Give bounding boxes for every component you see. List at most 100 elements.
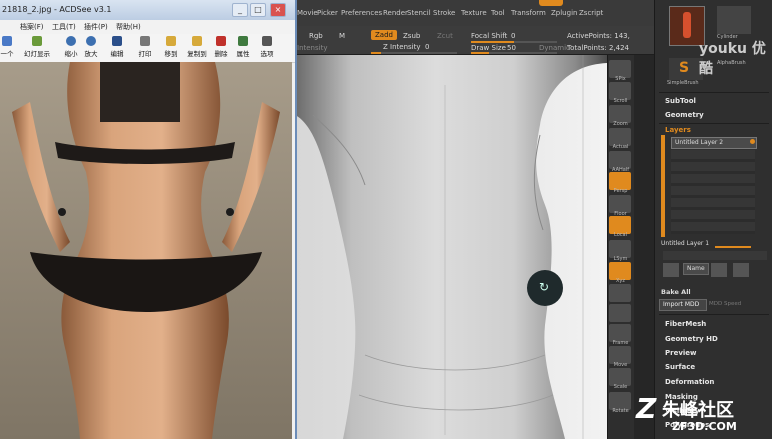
draw-size-value: 50: [507, 44, 516, 52]
geometry-hd-section[interactable]: Geometry HD: [665, 335, 718, 343]
new-layer-button[interactable]: [663, 263, 679, 277]
layer-list[interactable]: [671, 150, 755, 234]
sculpt-viewport[interactable]: ↻: [295, 55, 607, 439]
acdsee-titlebar[interactable]: 21818_2.jpg - ACDSee v3.1 _ □ ×: [0, 0, 295, 21]
properties-icon: [238, 36, 248, 46]
z-intensity-value: 0: [425, 43, 430, 51]
layer-scroll[interactable]: [661, 135, 665, 237]
options-icon: [262, 36, 272, 46]
z-intensity-slider[interactable]: [371, 52, 457, 54]
zoom-in-button[interactable]: 放大: [80, 36, 102, 58]
import-mdd-button[interactable]: Import MDD: [659, 299, 707, 311]
menu-tools[interactable]: 工具(T): [52, 22, 76, 32]
shelf-label-zoom: Zoom: [613, 121, 628, 127]
rgb-button[interactable]: Rgb: [309, 32, 323, 40]
m-button[interactable]: M: [339, 32, 345, 40]
close-button[interactable]: ×: [270, 3, 286, 17]
zf3d-watermark: Z 朱峰社区 ZF3D.COM: [636, 392, 772, 438]
name-button[interactable]: Name: [683, 263, 709, 275]
shelf-button-extra-10[interactable]: [609, 284, 631, 302]
maximize-button[interactable]: □: [250, 3, 266, 17]
zf3d-logo-icon: Z: [636, 392, 657, 425]
options-button[interactable]: 选项: [256, 36, 278, 58]
next-icon: [2, 36, 12, 46]
menu-highlight: [539, 0, 563, 6]
mdd-speed-label: MDD Speed: [709, 301, 742, 307]
intensity-label: Intensity: [297, 44, 328, 52]
menu-file[interactable]: 档案(F): [20, 22, 44, 32]
youku-watermark: youku 优酷: [699, 41, 766, 77]
minimize-button[interactable]: _: [232, 3, 248, 17]
z-intensity-label: Z Intensity: [383, 43, 421, 51]
fibermesh-section[interactable]: FiberMesh: [665, 320, 706, 328]
rotate-cursor: ↻: [527, 270, 563, 306]
edit-button[interactable]: 编辑: [106, 36, 128, 58]
focal-shift-label: Focal Shift: [471, 32, 508, 40]
acdsee-window: 21818_2.jpg - ACDSee v3.1 _ □ × 档案(F) 工具…: [0, 0, 297, 439]
shelf-label-persp: Persp: [613, 188, 628, 194]
edit-icon: [112, 36, 122, 46]
menu-tool[interactable]: Tool: [491, 9, 505, 17]
layer-top-row[interactable]: Untitled Layer 2: [671, 137, 757, 149]
geometry-section[interactable]: Geometry: [665, 111, 704, 119]
slideshow-button[interactable]: 幻灯显示: [22, 36, 52, 58]
menu-movie[interactable]: Movie: [297, 9, 318, 17]
zf3d-name: 朱峰社区: [662, 400, 734, 421]
layers-section[interactable]: Layers: [665, 126, 691, 134]
deformation-section[interactable]: Deformation: [665, 378, 714, 386]
focal-shift-slider[interactable]: [471, 41, 557, 43]
focal-shift-value: 0: [511, 32, 516, 40]
draw-size-label: Draw Size: [471, 44, 506, 52]
menu-plugins[interactable]: 插件(P): [84, 22, 108, 32]
shelf-label-scroll: Scroll: [613, 98, 628, 104]
simplebrush-thumb[interactable]: S: [669, 58, 703, 80]
draw-size-slider[interactable]: [471, 52, 557, 54]
subtool-section[interactable]: SubTool: [665, 97, 696, 105]
import-mdd-label: Import MDD: [663, 301, 700, 308]
menu-stencil[interactable]: Stencil: [407, 9, 431, 17]
menu-transform[interactable]: Transform: [511, 9, 546, 17]
tool-thumb-cylinder[interactable]: [717, 6, 751, 34]
menu-preferences[interactable]: Preferences: [341, 9, 382, 17]
menu-texture[interactable]: Texture: [461, 9, 487, 17]
layer-top-name: Untitled Layer 2: [675, 139, 724, 146]
folder-move-icon: [166, 36, 176, 46]
next-button[interactable]: 一个: [0, 36, 18, 58]
delete-layer-button[interactable]: [733, 263, 749, 277]
menu-render[interactable]: Render: [383, 9, 408, 17]
name-button-label: Name: [687, 265, 705, 272]
move-to-button[interactable]: 移到: [160, 36, 182, 58]
menu-zscript[interactable]: Zscript: [579, 9, 603, 17]
delete-button[interactable]: 删除: [210, 36, 232, 58]
dynamic-button[interactable]: Dynamic: [539, 44, 570, 52]
preview-section[interactable]: Preview: [665, 349, 697, 357]
layer-rec-icon[interactable]: [750, 139, 755, 144]
menu-stroke[interactable]: Stroke: [433, 9, 455, 17]
properties-button[interactable]: 属性: [232, 36, 254, 58]
copy-layer-button[interactable]: [711, 263, 727, 277]
acdsee-toolbar: 一个 幻灯显示 缩小 放大 编辑 打印 移到 复制到 删除 属性 选项: [0, 34, 295, 63]
sculpt-model: [295, 55, 607, 439]
reference-figure: [12, 62, 280, 439]
layer-bottom-name[interactable]: Untitled Layer 1: [661, 240, 709, 247]
bake-all-button[interactable]: Bake All: [661, 288, 691, 296]
surface-section[interactable]: Surface: [665, 363, 695, 371]
menu-picker[interactable]: Picker: [317, 9, 338, 17]
total-points: TotalPoints: 2,424: [567, 44, 629, 52]
active-points: ActivePoints: 143,: [567, 32, 630, 40]
shelf-label-scale: Scale: [613, 384, 628, 390]
zoom-out-button[interactable]: 缩小: [60, 36, 82, 58]
zcut-button[interactable]: Zcut: [437, 32, 453, 40]
copy-to-button[interactable]: 复制到: [184, 36, 210, 58]
layer-bottom-slider[interactable]: [715, 246, 751, 248]
printer-icon: [140, 36, 150, 46]
layer-arrows-row[interactable]: [663, 251, 767, 260]
acdsee-menubar: 档案(F) 工具(T) 插件(P) 帮助(H): [0, 20, 295, 34]
zadd-button[interactable]: Zadd: [371, 30, 397, 40]
zoom-in-icon: [86, 36, 96, 46]
shelf-button-extra-11[interactable]: [609, 304, 631, 322]
zsub-button[interactable]: Zsub: [403, 32, 420, 40]
print-button[interactable]: 打印: [134, 36, 156, 58]
menu-help[interactable]: 帮助(H): [116, 22, 141, 32]
menu-zplugin[interactable]: Zplugin: [551, 9, 577, 17]
